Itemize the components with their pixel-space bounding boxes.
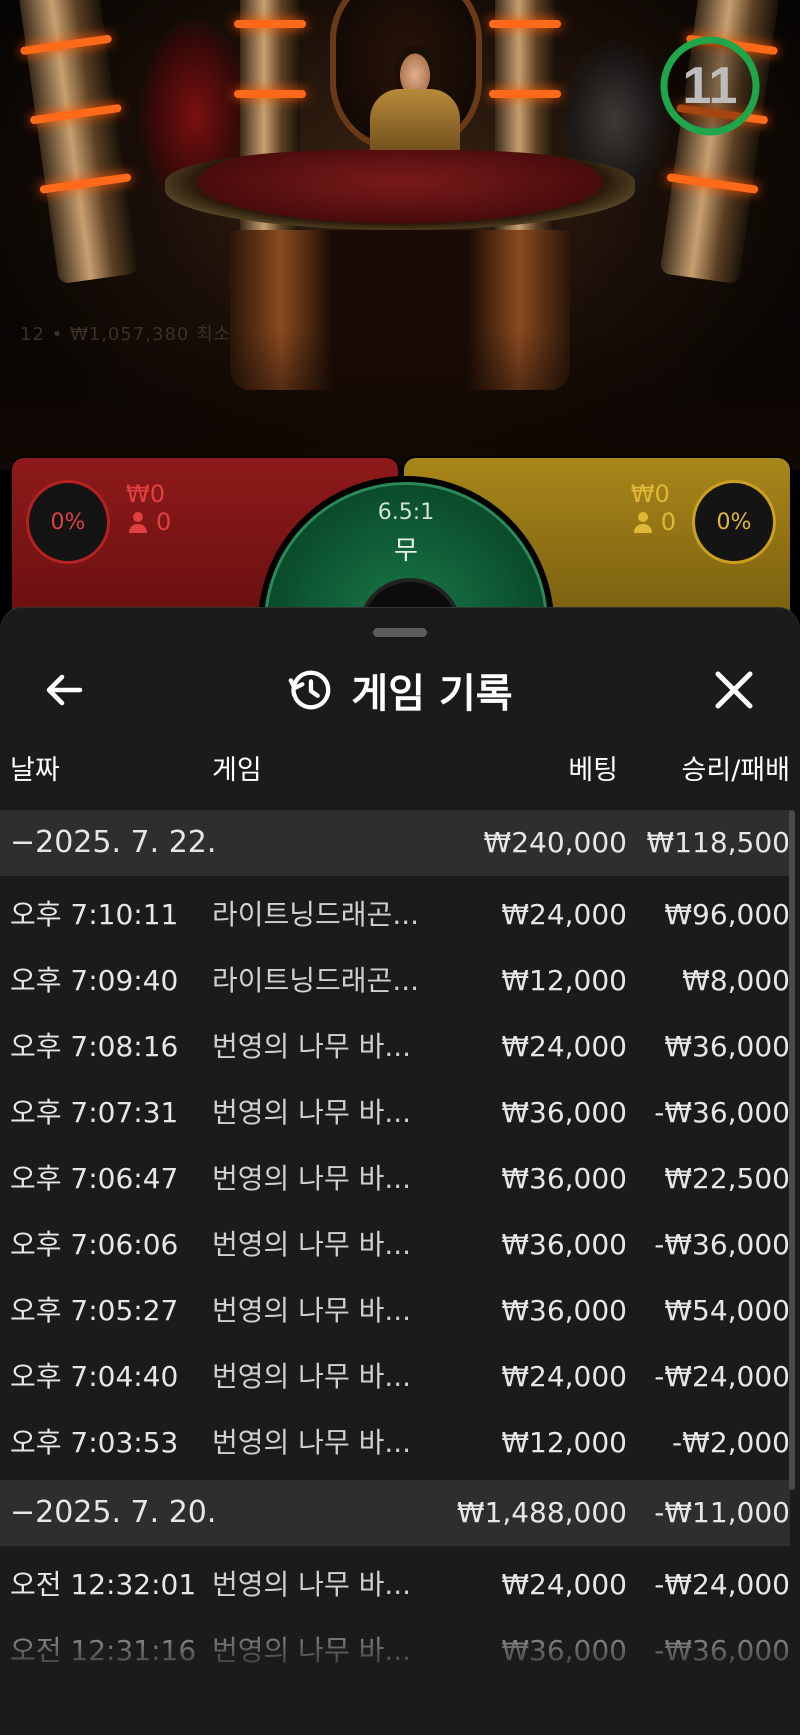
game-table [165,150,635,230]
dealer [370,45,460,159]
table-row[interactable]: 오후 7:09:40 라이트닝드래곤... ₩12,000 ₩8,000 [0,948,790,1014]
row-time: 오후 7:04:40 [10,1360,179,1393]
row-win-loss: -₩2,000 [672,1426,790,1459]
row-win-loss: -₩11,000 [654,1496,790,1529]
back-button[interactable] [40,666,88,714]
row-time: 오후 7:03:53 [10,1426,179,1459]
tiger-amount: ₩0 [630,480,670,508]
sheet-title: 게임 기록 [351,671,513,717]
tie-odds: 6.5:1 [377,500,435,525]
row-time: 오후 7:10:11 [10,898,179,931]
row-game-name: 번영의 나무 바... [212,1096,412,1129]
group-date: −2025. 7. 22. [10,825,217,860]
countdown-timer: 11 [658,34,762,138]
tiger-percent-badge: 0% [692,480,776,564]
table-row[interactable]: 오후 7:06:06 번영의 나무 바... ₩36,000 -₩36,000 [0,1212,790,1278]
history-icon [289,670,331,710]
row-game-name: 번영의 나무 바... [212,1360,412,1393]
row-time: 오후 7:09:40 [10,964,179,997]
row-bet-amount: ₩24,000 [501,898,627,931]
row-time: 오후 7:08:16 [10,1030,179,1063]
row-game-name: 라이트닝드래곤... [212,898,420,931]
row-time: 오후 7:06:06 [10,1228,179,1261]
row-bet-amount: ₩1,488,000 [456,1496,627,1529]
row-bet-amount: ₩12,000 [501,1426,627,1459]
tiger-player-count: 0 [660,508,676,536]
dragon-player-count: 0 [156,508,172,536]
date-group-row[interactable]: −2025. 7. 22. ₩240,000 ₩118,500 [0,810,790,876]
row-game-name: 번영의 나무 바... [212,1228,412,1261]
row-game-name: 번영의 나무 바... [212,1162,412,1195]
person-icon [633,512,652,533]
row-bet-amount: ₩240,000 [483,826,627,859]
pillar-left-outer [17,0,139,285]
history-table: −2025. 7. 22. ₩240,000 ₩118,500 오후 7:10:11 라… [0,810,800,1734]
tie-label: 무 [394,536,418,566]
table-row[interactable]: 오후 7:06:47 번영의 나무 바... ₩36,000 ₩22,500 [0,1146,790,1212]
row-time: 오후 7:07:31 [10,1096,179,1129]
column-header-game: 게임 [212,755,262,786]
column-header-bet: 베팅 [568,755,618,786]
date-group-row[interactable]: −2025. 7. 20. ₩1,488,000 -₩11,000 [0,1480,790,1546]
tiger-bet-stats: ₩0 0 [631,480,676,536]
dragon-bet-stats: ₩0 0 [126,480,171,536]
table-row[interactable]: 오후 7:07:31 번영의 나무 바... ₩36,000 -₩36,000 [0,1080,790,1146]
row-win-loss: ₩118,500 [646,826,790,859]
timer-value: 11 [682,57,738,115]
drag-handle[interactable] [373,628,427,637]
row-bet-amount: ₩36,000 [501,1162,627,1195]
row-game-name: 번영의 나무 바... [212,1426,412,1459]
row-game-name: 번영의 나무 바... [212,1030,412,1063]
row-win-loss: -₩36,000 [654,1096,790,1129]
row-time: 오후 7:06:47 [10,1162,179,1195]
arrow-left-icon [46,674,83,706]
row-win-loss: ₩54,000 [664,1294,790,1327]
row-win-loss: -₩24,000 [654,1360,790,1393]
row-bet-amount: ₩12,000 [501,964,627,997]
close-icon [715,671,753,709]
table-row[interactable]: 오후 7:03:53 번영의 나무 바... ₩12,000 -₩2,000 [0,1410,790,1476]
row-win-loss: ₩8,000 [682,964,790,997]
row-bet-amount: ₩24,000 [501,1030,627,1063]
row-bet-amount: ₩36,000 [501,1294,627,1327]
row-win-loss: ₩96,000 [664,898,790,931]
table-row[interactable]: 오후 7:04:40 번영의 나무 바... ₩24,000 -₩24,000 [0,1344,790,1410]
sheet-header: 게임 기록 [0,650,800,730]
row-game-name: 라이트닝드래곤... [212,964,420,997]
group-date: −2025. 7. 20. [10,1495,217,1530]
scrollbar[interactable] [789,810,795,1490]
row-bet-amount: ₩36,000 [501,1228,627,1261]
table-row[interactable]: 오후 7:08:16 번영의 나무 바... ₩24,000 ₩36,000 [0,1014,790,1080]
table-row[interactable]: 오후 7:10:11 라이트닝드래곤... ₩24,000 ₩96,000 [0,882,790,948]
row-game-name: 번영의 나무 바... [212,1294,412,1327]
dimmed-limit-text: 12 • ₩1,057,380 최소 [20,324,232,345]
row-time: 오후 7:05:27 [10,1294,179,1327]
row-win-loss: ₩22,500 [664,1162,790,1195]
row-bet-amount: ₩24,000 [501,1360,627,1393]
column-header-win-loss: 승리/패배 [681,755,790,786]
row-win-loss: ₩36,000 [664,1030,790,1063]
row-bet-amount: ₩36,000 [501,1096,627,1129]
person-icon [129,512,147,533]
row-win-loss: -₩36,000 [654,1228,790,1261]
close-button[interactable] [710,666,758,714]
dragon-percent-badge: 0% [26,480,110,564]
dragon-amount: ₩0 [126,480,165,508]
table-row[interactable]: 오후 7:05:27 번영의 나무 바... ₩36,000 ₩54,000 [0,1278,790,1344]
column-header-date: 날짜 [10,755,60,786]
